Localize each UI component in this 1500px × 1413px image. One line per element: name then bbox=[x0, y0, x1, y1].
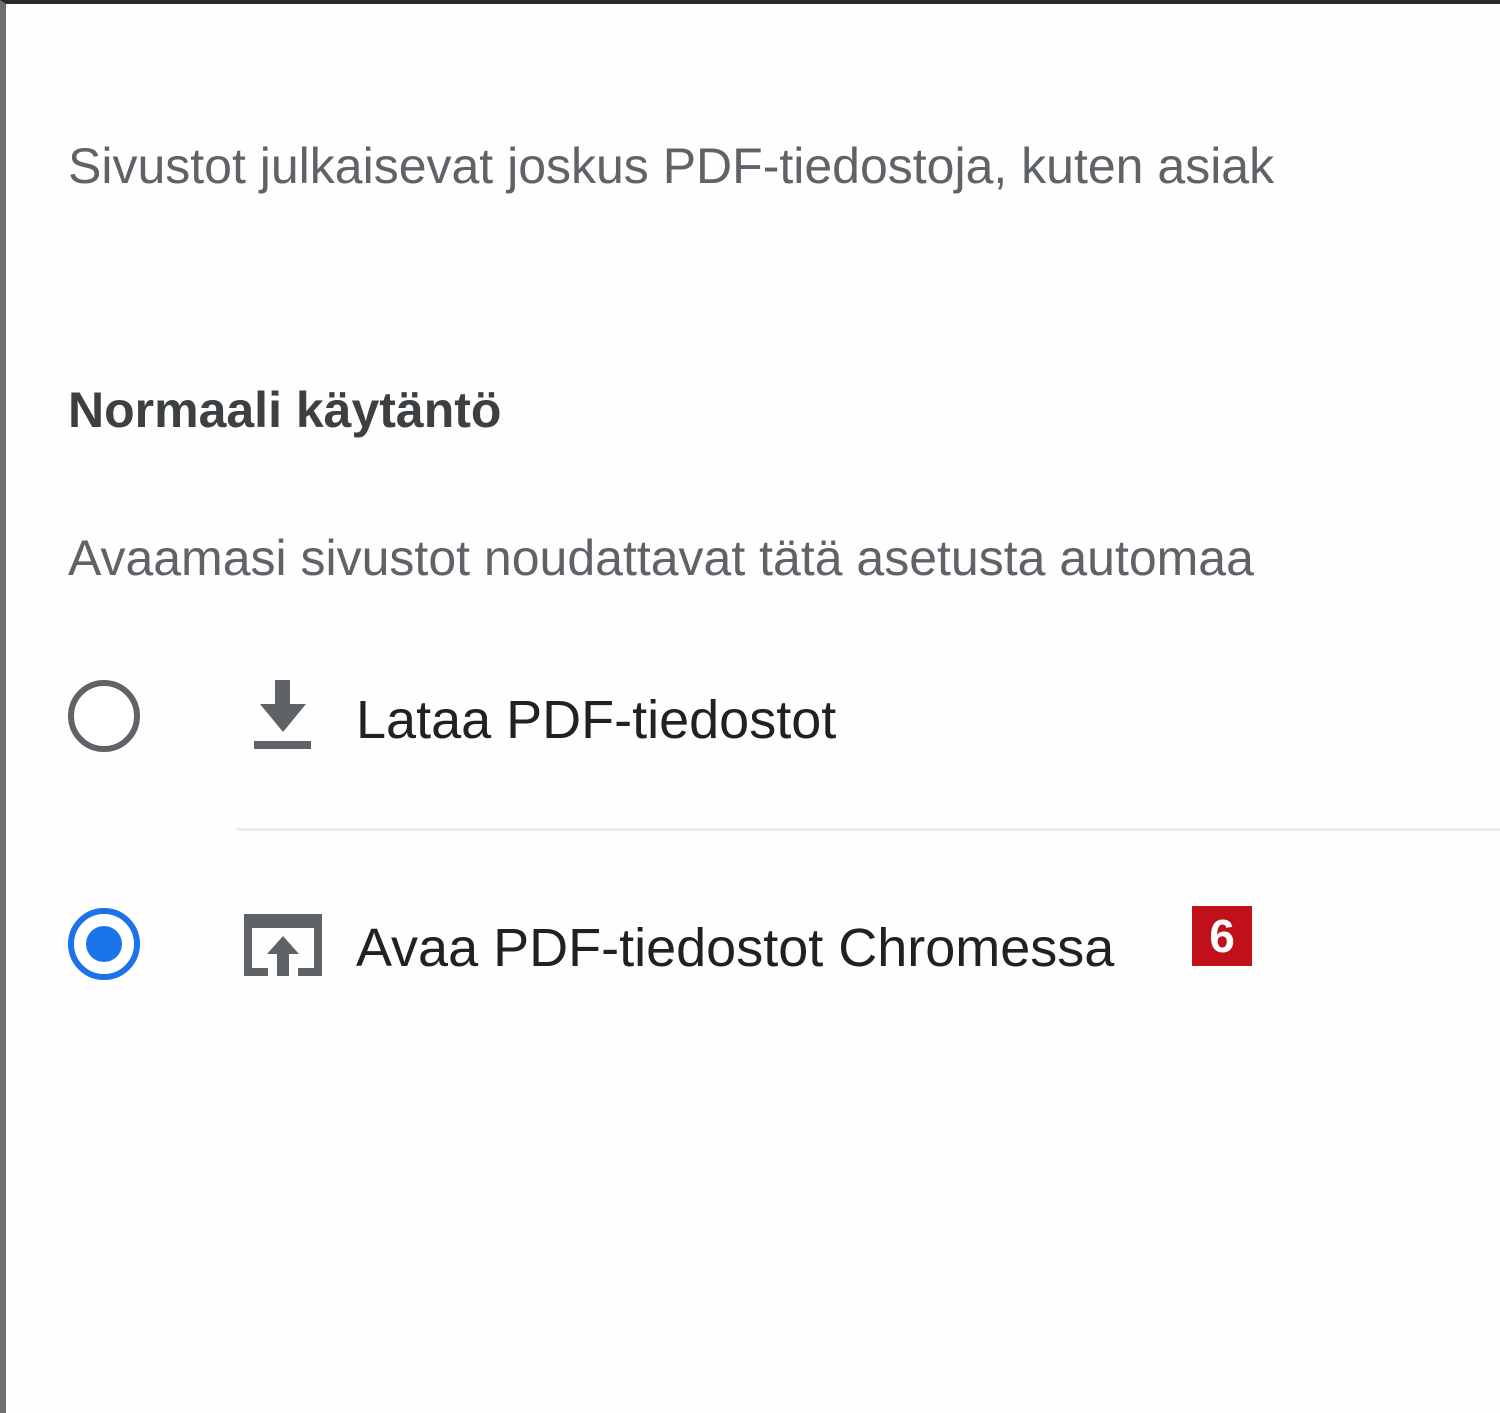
download-pdfs-label: Lataa PDF-tiedostot bbox=[356, 690, 837, 750]
open-pdfs-in-chrome-option[interactable]: Avaa PDF-tiedostot Chromessa bbox=[6, 876, 1500, 1016]
open-pdfs-in-chrome-label: Avaa PDF-tiedostot Chromessa bbox=[356, 918, 1115, 978]
default-behavior-heading: Normaali käytäntö bbox=[68, 382, 502, 438]
radio-selected-dot bbox=[86, 926, 122, 962]
settings-panel: Sivustot julkaisevat joskus PDF-tiedosto… bbox=[0, 0, 1500, 1413]
open-pdfs-in-chrome-radio[interactable] bbox=[68, 908, 140, 980]
annotation-number-badge: 6 bbox=[1192, 906, 1252, 966]
default-behavior-description: Avaamasi sivustot noudattavat tätä asetu… bbox=[68, 530, 1254, 586]
open-in-browser-icon bbox=[238, 906, 328, 986]
download-pdfs-radio[interactable] bbox=[68, 680, 140, 752]
pdf-settings-intro-text: Sivustot julkaisevat joskus PDF-tiedosto… bbox=[68, 138, 1275, 194]
download-icon bbox=[238, 678, 328, 758]
option-divider bbox=[236, 828, 1500, 831]
download-pdfs-option[interactable]: Lataa PDF-tiedostot bbox=[6, 648, 1500, 788]
